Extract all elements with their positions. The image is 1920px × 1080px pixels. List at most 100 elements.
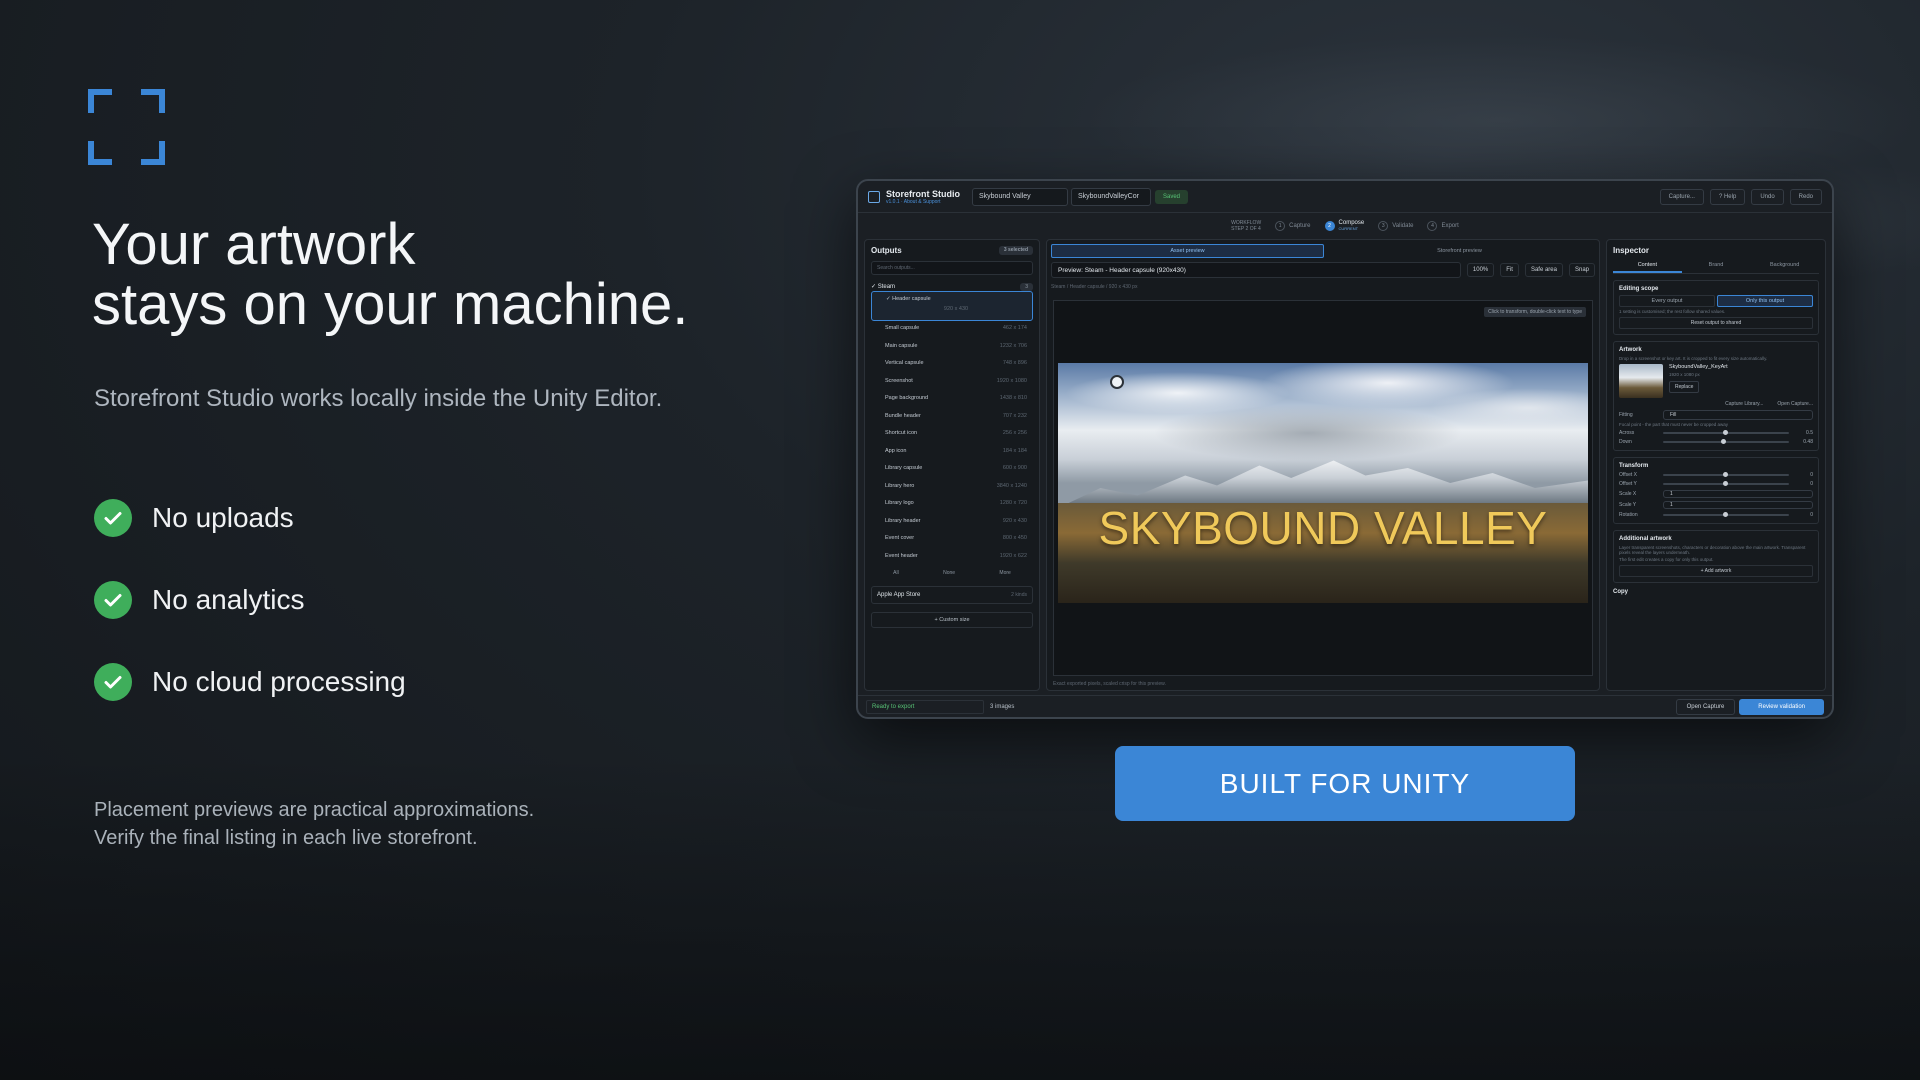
rotation-slider[interactable] <box>1663 512 1789 517</box>
output-size: 1232 x 706 <box>999 342 1027 349</box>
output-label: Library header <box>885 517 921 524</box>
step-capture[interactable]: 1 Capture <box>1275 221 1311 231</box>
output-item[interactable]: Event header 1920 x 622 <box>871 549 1033 567</box>
app-version[interactable]: v1.0.1 · About & Support <box>886 199 960 205</box>
group-steam[interactable]: ✓ Steam 3 <box>871 283 1033 291</box>
output-item[interactable]: Screenshot 1920 x 1080 <box>871 374 1033 392</box>
select-none-button[interactable]: None <box>943 570 955 576</box>
feature-item: No cloud processing <box>94 662 406 702</box>
scale-x-field[interactable]: 1 <box>1663 490 1813 498</box>
output-item[interactable]: Library hero 3840 x 1240 <box>871 479 1033 497</box>
capture-button[interactable]: Capture... <box>1659 188 1704 205</box>
section-title: Transform <box>1619 463 1649 469</box>
across-slider[interactable] <box>1663 430 1789 435</box>
offset-x-slider[interactable] <box>1663 472 1789 477</box>
built-for-unity-button[interactable]: BUILT FOR UNITY <box>1115 746 1575 821</box>
step-validate[interactable]: 3 Validate <box>1378 221 1413 231</box>
replace-button[interactable]: Replace <box>1669 381 1700 393</box>
art-title-text[interactable]: SKYBOUND VALLEY <box>1058 501 1588 555</box>
output-item[interactable]: Main capsule 1232 x 706 <box>871 339 1033 357</box>
group-label: Steam <box>877 284 896 290</box>
down-slider[interactable] <box>1663 439 1789 444</box>
output-item[interactable]: Small capsule 462 x 174 <box>871 321 1033 339</box>
more-button[interactable]: More <box>999 570 1010 576</box>
asset-name: SkyboundValley_KeyArt <box>1669 364 1728 370</box>
fit-button[interactable]: Fit <box>1500 263 1519 277</box>
select-all-button[interactable]: All <box>893 570 899 576</box>
scale-y-field[interactable]: 1 <box>1663 501 1813 509</box>
output-item[interactable]: Event cover 800 x 450 <box>871 531 1033 549</box>
group-label: Apple App Store <box>877 592 921 598</box>
output-item[interactable]: Library capsule 600 x 900 <box>871 461 1033 479</box>
tab-storefront-preview[interactable]: Storefront preview <box>1324 244 1595 258</box>
outputs-search-input[interactable]: Search outputs... <box>871 261 1033 275</box>
output-label: Page background <box>885 395 929 401</box>
undo-button[interactable]: Undo <box>1751 188 1784 205</box>
key-art-image[interactable]: SKYBOUND VALLEY <box>1058 363 1588 603</box>
output-item[interactable]: App icon 184 x 184 <box>871 444 1033 462</box>
output-item[interactable]: Shortcut icon 256 x 256 <box>871 426 1033 444</box>
redo-button[interactable]: Redo <box>1789 188 1822 205</box>
inspector-title: Inspector <box>1613 246 1650 255</box>
group-count: 2 kinds <box>1011 592 1027 598</box>
output-label: Screenshot <box>885 377 913 384</box>
tab-brand[interactable]: Brand <box>1682 259 1751 273</box>
output-label: Library hero <box>885 482 915 489</box>
output-size: 1280 x 720 <box>999 500 1027 506</box>
copy-section-title[interactable]: Copy <box>1613 589 1819 595</box>
safe-area-toggle[interactable]: Safe area <box>1524 263 1563 277</box>
step-export[interactable]: 4 Export <box>1427 221 1459 231</box>
group-apple-app-store[interactable]: Apple App Store 2 kinds <box>871 586 1033 604</box>
help-button[interactable]: ? Help <box>1709 188 1746 205</box>
project-name-field[interactable]: Skybound Valley <box>972 187 1068 206</box>
step-compose[interactable]: 2 Compose CURRENT <box>1324 220 1364 232</box>
open-capture-link[interactable]: Open Capture... <box>1777 401 1813 407</box>
reset-output-button[interactable]: Reset output to shared <box>1619 317 1813 329</box>
output-item[interactable]: Library header 920 x 430 <box>871 514 1033 532</box>
focal-note: Focal point - the part that must never b… <box>1619 422 1729 427</box>
additional-note: Layer transparent screenshots, character… <box>1619 545 1806 555</box>
fitting-select[interactable]: Fill <box>1663 410 1813 420</box>
capture-library-link[interactable]: Capture Library... <box>1725 401 1763 407</box>
review-validation-button[interactable]: Review validation <box>1739 698 1824 715</box>
add-artwork-button[interactable]: + Add artwork <box>1619 565 1813 577</box>
focal-point-handle-icon[interactable] <box>1110 375 1124 389</box>
offset-y-slider[interactable] <box>1663 481 1789 486</box>
step-number: 3 <box>1378 221 1389 231</box>
app-name: Storefront Studio <box>886 188 960 199</box>
additional-artwork-section: Additional artwork Layer transparent scr… <box>1613 530 1819 583</box>
open-capture-button[interactable]: Open Capture <box>1675 698 1736 715</box>
output-item[interactable]: Vertical capsule 748 x 896 <box>871 356 1033 374</box>
group-count: 3 <box>1020 283 1033 291</box>
artwork-thumbnail[interactable] <box>1619 364 1663 398</box>
output-item[interactable]: Bundle header 707 x 232 <box>871 409 1033 427</box>
scope-every-output[interactable]: Every output <box>1619 295 1715 307</box>
step-number: 1 <box>1275 221 1286 231</box>
output-item[interactable]: Library logo 1280 x 720 <box>871 496 1033 514</box>
output-size: 707 x 232 <box>1002 412 1027 419</box>
output-label: Event header <box>885 552 918 559</box>
output-item-header-capsule[interactable]: ✓ Header capsule 920 x 430 <box>871 291 1033 321</box>
preview-canvas[interactable]: Click to transform, double-click text to… <box>1053 300 1593 676</box>
asset-name-field[interactable]: SkyboundValleyCor <box>1071 187 1151 206</box>
custom-size-button[interactable]: + Custom size <box>871 612 1033 628</box>
tab-asset-preview[interactable]: Asset preview <box>1051 244 1324 258</box>
output-size: 462 x 174 <box>1002 325 1027 331</box>
output-item[interactable]: Page background 1438 x 810 <box>871 391 1033 409</box>
across-value: 0.5 <box>1806 430 1813 436</box>
disclaimer-line-2: Verify the final listing in each live st… <box>94 827 478 849</box>
offset-x-value: 0 <box>1810 472 1813 478</box>
output-size: 1438 x 810 <box>999 395 1027 401</box>
section-title: Additional artwork <box>1619 536 1672 542</box>
section-title: Artwork <box>1619 347 1642 353</box>
workflow-step-count: STEP 2 OF 4 <box>1231 226 1261 232</box>
tab-background[interactable]: Background <box>1750 259 1819 273</box>
scope-only-this-output[interactable]: Only this output <box>1717 295 1813 307</box>
output-size: 1920 x 1080 <box>996 377 1027 384</box>
snap-toggle[interactable]: Snap <box>1568 263 1595 277</box>
tab-content[interactable]: Content <box>1613 259 1682 273</box>
outputs-title: Outputs <box>871 246 902 255</box>
preview-select[interactable]: Preview: Steam - Header capsule (920x430… <box>1051 262 1461 278</box>
zoom-field[interactable]: 100% <box>1466 263 1495 277</box>
scale-x-label: Scale X <box>1619 491 1637 497</box>
